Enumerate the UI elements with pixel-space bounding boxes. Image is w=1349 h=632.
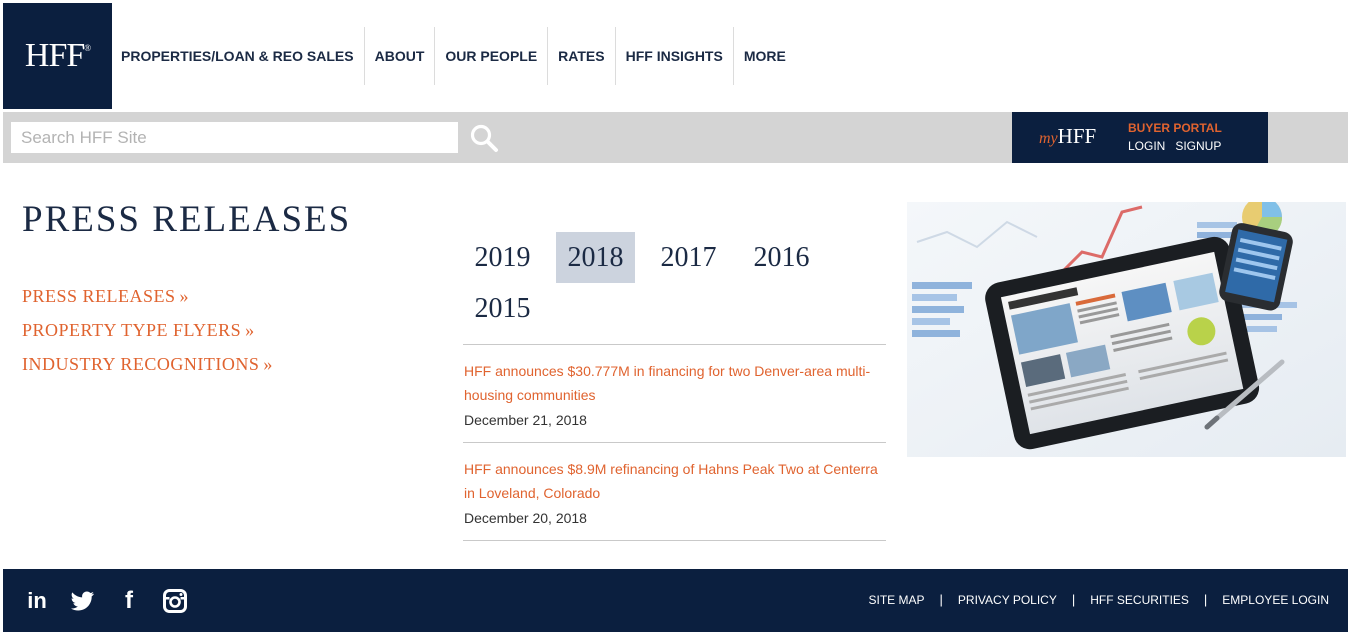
hff-securities-link[interactable]: HFF SECURITIES xyxy=(1090,593,1189,607)
nav-more[interactable]: MORE xyxy=(734,27,796,85)
footer-separator: | xyxy=(1203,592,1208,607)
press-release-list: HFF announces $30.777M in financing for … xyxy=(463,344,886,541)
twitter-icon[interactable] xyxy=(71,589,95,613)
sidebar-link-property-type-flyers[interactable]: PROPERTY TYPE FLYERS» xyxy=(22,319,273,353)
nav-our-people[interactable]: OUR PEOPLE xyxy=(435,27,549,85)
sidebar-link-industry-recognitions[interactable]: INDUSTRY RECOGNITIONS» xyxy=(22,353,273,387)
search-icon xyxy=(470,124,498,152)
press-release-date: December 20, 2018 xyxy=(464,510,587,526)
social-links: in f xyxy=(25,587,187,614)
list-item: HFF announces $8.9M refinancing of Hahns… xyxy=(463,442,886,541)
chevron-right-icon: » xyxy=(179,286,190,306)
logo-text: HFF® xyxy=(24,37,91,74)
chevron-right-icon: » xyxy=(263,354,273,374)
hero-image-tablet-news xyxy=(907,202,1346,457)
press-release-link[interactable]: HFF announces $30.777M in financing for … xyxy=(464,359,886,407)
year-tab-2019[interactable]: 2019 xyxy=(463,232,542,283)
list-item: HFF announces $30.777M in financing for … xyxy=(463,344,886,442)
privacy-policy-link[interactable]: PRIVACY POLICY xyxy=(958,593,1057,607)
nav-properties-loan-reo-sales[interactable]: PROPERTIES/LOAN & REO SALES xyxy=(112,27,365,85)
nav-rates[interactable]: RATES xyxy=(548,27,616,85)
year-tab-2017[interactable]: 2017 xyxy=(649,232,728,283)
press-release-link[interactable]: HFF announces $8.9M refinancing of Hahns… xyxy=(464,457,886,505)
search-input[interactable] xyxy=(11,122,458,153)
instagram-icon[interactable] xyxy=(163,589,187,613)
sidebar-links: PRESS RELEASES» PROPERTY TYPE FLYERS» IN… xyxy=(22,285,273,387)
hff-logo[interactable]: HFF® xyxy=(3,3,112,109)
facebook-icon[interactable]: f xyxy=(117,587,141,614)
portal-links: LOGIN SIGNUP xyxy=(1128,139,1221,153)
page-title: PRESS RELEASES xyxy=(22,199,352,240)
sidebar-link-press-releases[interactable]: PRESS RELEASES» xyxy=(22,285,273,319)
year-tabs: 2019 2018 2017 2016 2015 xyxy=(463,232,843,334)
tablet-illustration xyxy=(907,202,1346,457)
footer-separator: | xyxy=(1071,592,1076,607)
login-link[interactable]: LOGIN xyxy=(1128,139,1165,153)
buyer-portal-panel: myHFF BUYER PORTAL LOGIN SIGNUP xyxy=(1012,112,1268,163)
employee-login-link[interactable]: EMPLOYEE LOGIN xyxy=(1222,593,1329,607)
year-tab-2018[interactable]: 2018 xyxy=(556,232,635,283)
search-button[interactable] xyxy=(469,123,499,153)
linkedin-icon[interactable]: in xyxy=(25,588,49,613)
press-release-date: December 21, 2018 xyxy=(464,412,587,428)
year-tab-2016[interactable]: 2016 xyxy=(742,232,821,283)
site-map-link[interactable]: SITE MAP xyxy=(869,593,925,607)
buyer-portal-title: BUYER PORTAL xyxy=(1128,121,1222,135)
nav-about[interactable]: ABOUT xyxy=(365,27,436,85)
search-bar: myHFF BUYER PORTAL LOGIN SIGNUP xyxy=(3,112,1348,163)
main-nav: PROPERTIES/LOAN & REO SALES ABOUT OUR PE… xyxy=(112,27,796,85)
year-tab-2015[interactable]: 2015 xyxy=(463,283,542,334)
footer: in f SITE MAP | PRIVACY POLICY | HFF SEC… xyxy=(3,569,1348,632)
nav-hff-insights[interactable]: HFF INSIGHTS xyxy=(616,27,734,85)
signup-link[interactable]: SIGNUP xyxy=(1175,139,1221,153)
footer-links: SITE MAP | PRIVACY POLICY | HFF SECURITI… xyxy=(869,592,1330,607)
footer-separator: | xyxy=(939,592,943,607)
chevron-right-icon: » xyxy=(245,320,255,340)
myhff-logo[interactable]: myHFF xyxy=(1039,124,1096,149)
